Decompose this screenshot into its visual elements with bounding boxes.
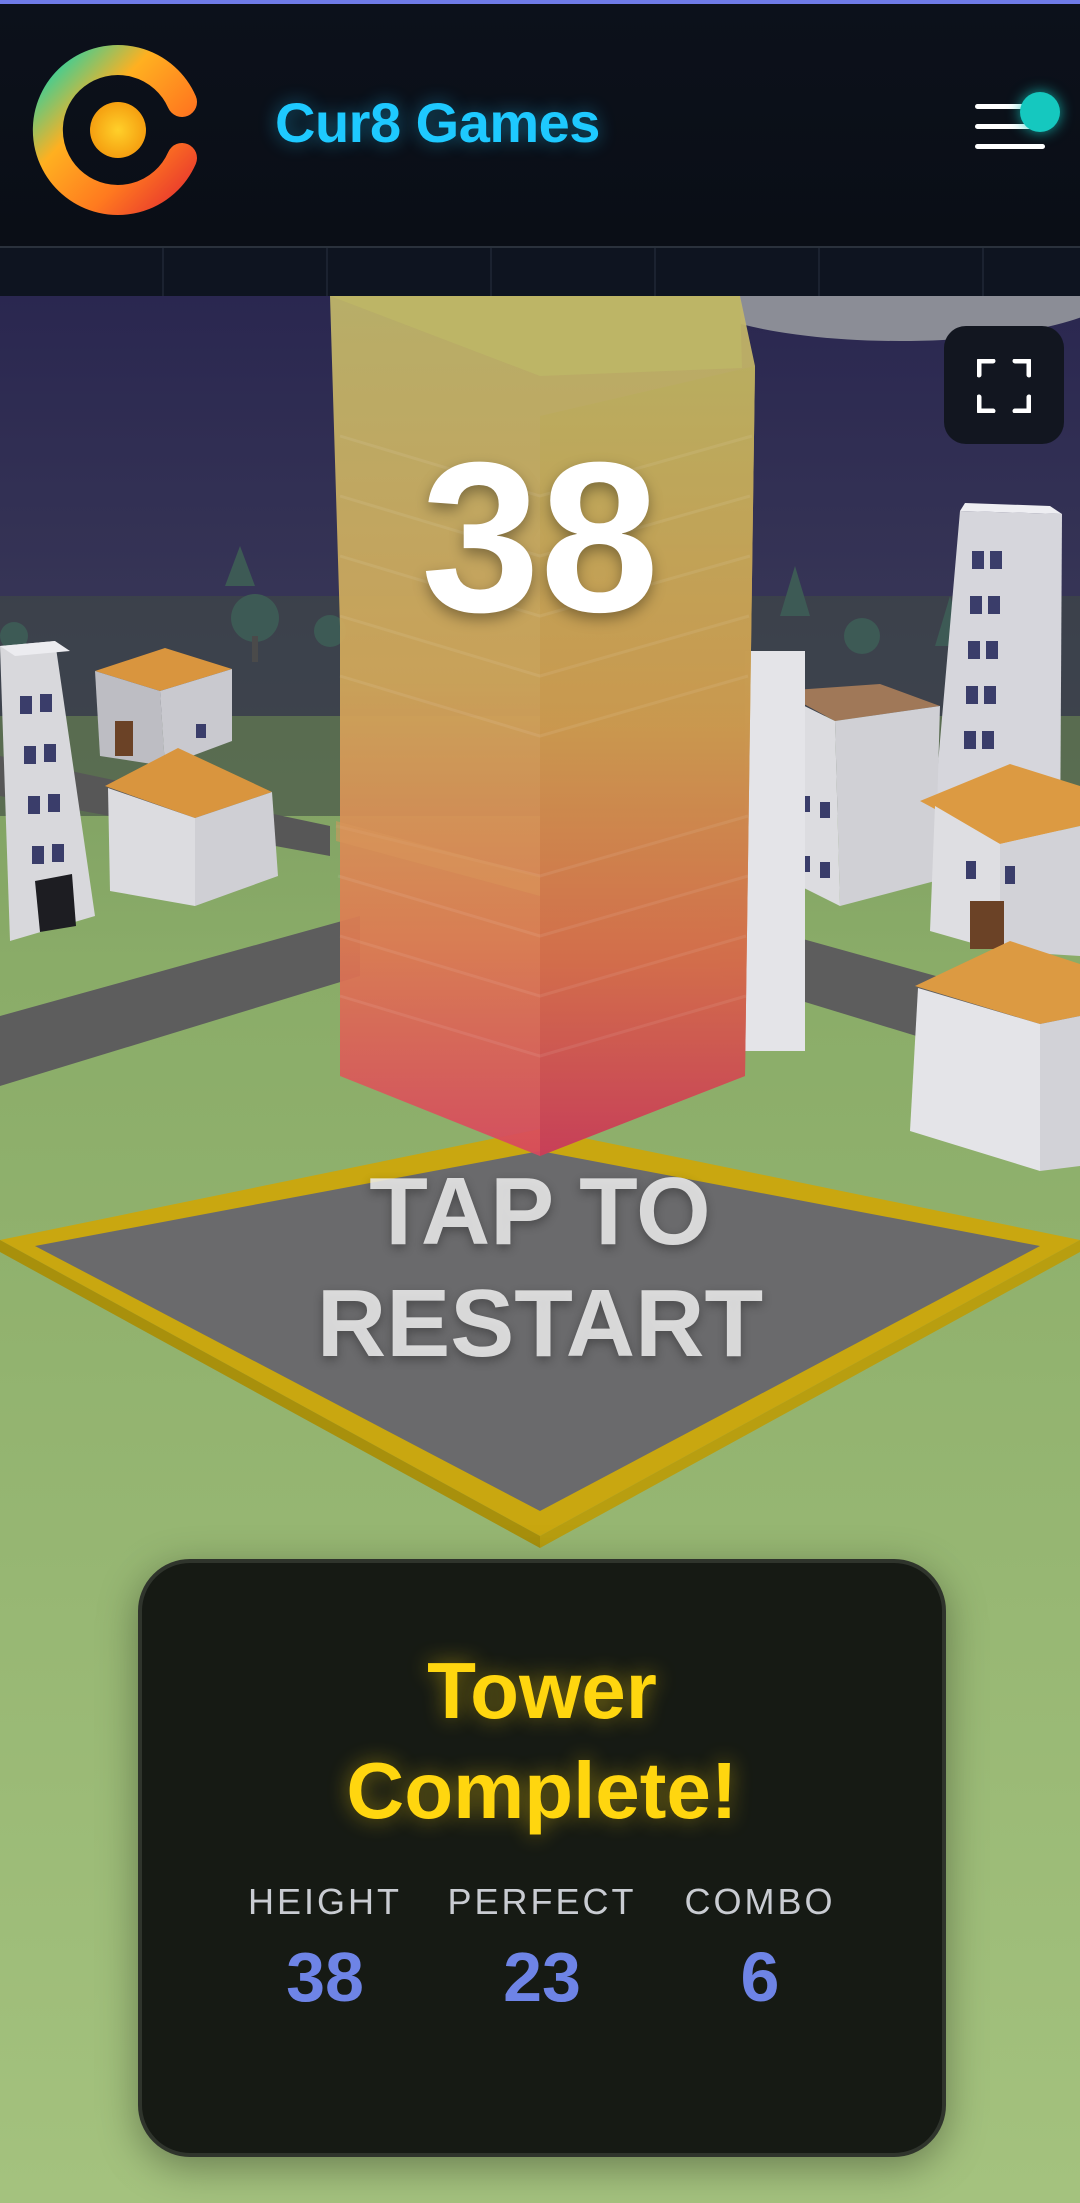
stat-height: HEIGHT 38 <box>215 1881 435 2017</box>
stat-value: 23 <box>503 1938 581 2016</box>
restart-line-1: TAP TO <box>369 1158 711 1265</box>
stat-combo: COMBO 6 <box>650 1881 870 2017</box>
score-counter: 38 <box>420 418 660 657</box>
brand-name[interactable]: Cur8 Games <box>275 90 600 155</box>
fullscreen-icon <box>977 359 1031 413</box>
hamburger-bar <box>975 144 1045 149</box>
stat-value: 38 <box>286 1938 364 2016</box>
site-header: Cur8 Games <box>0 4 1080 248</box>
fullscreen-button[interactable] <box>944 326 1064 444</box>
results-panel: Tower Complete! HEIGHT 38 PERFECT 23 COM… <box>138 1559 946 2157</box>
notification-dot <box>1020 92 1060 132</box>
results-title-line-1: Tower <box>427 1646 657 1735</box>
stat-value: 6 <box>740 1938 780 2016</box>
stat-label: COMBO <box>684 1881 836 1922</box>
tap-to-restart-text[interactable]: TAP TO RESTART <box>0 1156 1080 1380</box>
header-subbar <box>0 248 1080 297</box>
stat-perfect: PERFECT 23 <box>432 1881 652 2017</box>
results-title-line-2: Complete! <box>346 1746 738 1835</box>
cur8-logo-icon[interactable] <box>32 42 198 218</box>
results-title: Tower Complete! <box>142 1641 942 1841</box>
game-canvas[interactable]: 38 TAP TO RESTART Tower Complete! HEIGHT… <box>0 296 1080 2203</box>
restart-line-2: RESTART <box>316 1270 764 1377</box>
stat-label: HEIGHT <box>247 1881 402 1922</box>
stat-label: PERFECT <box>447 1881 637 1922</box>
